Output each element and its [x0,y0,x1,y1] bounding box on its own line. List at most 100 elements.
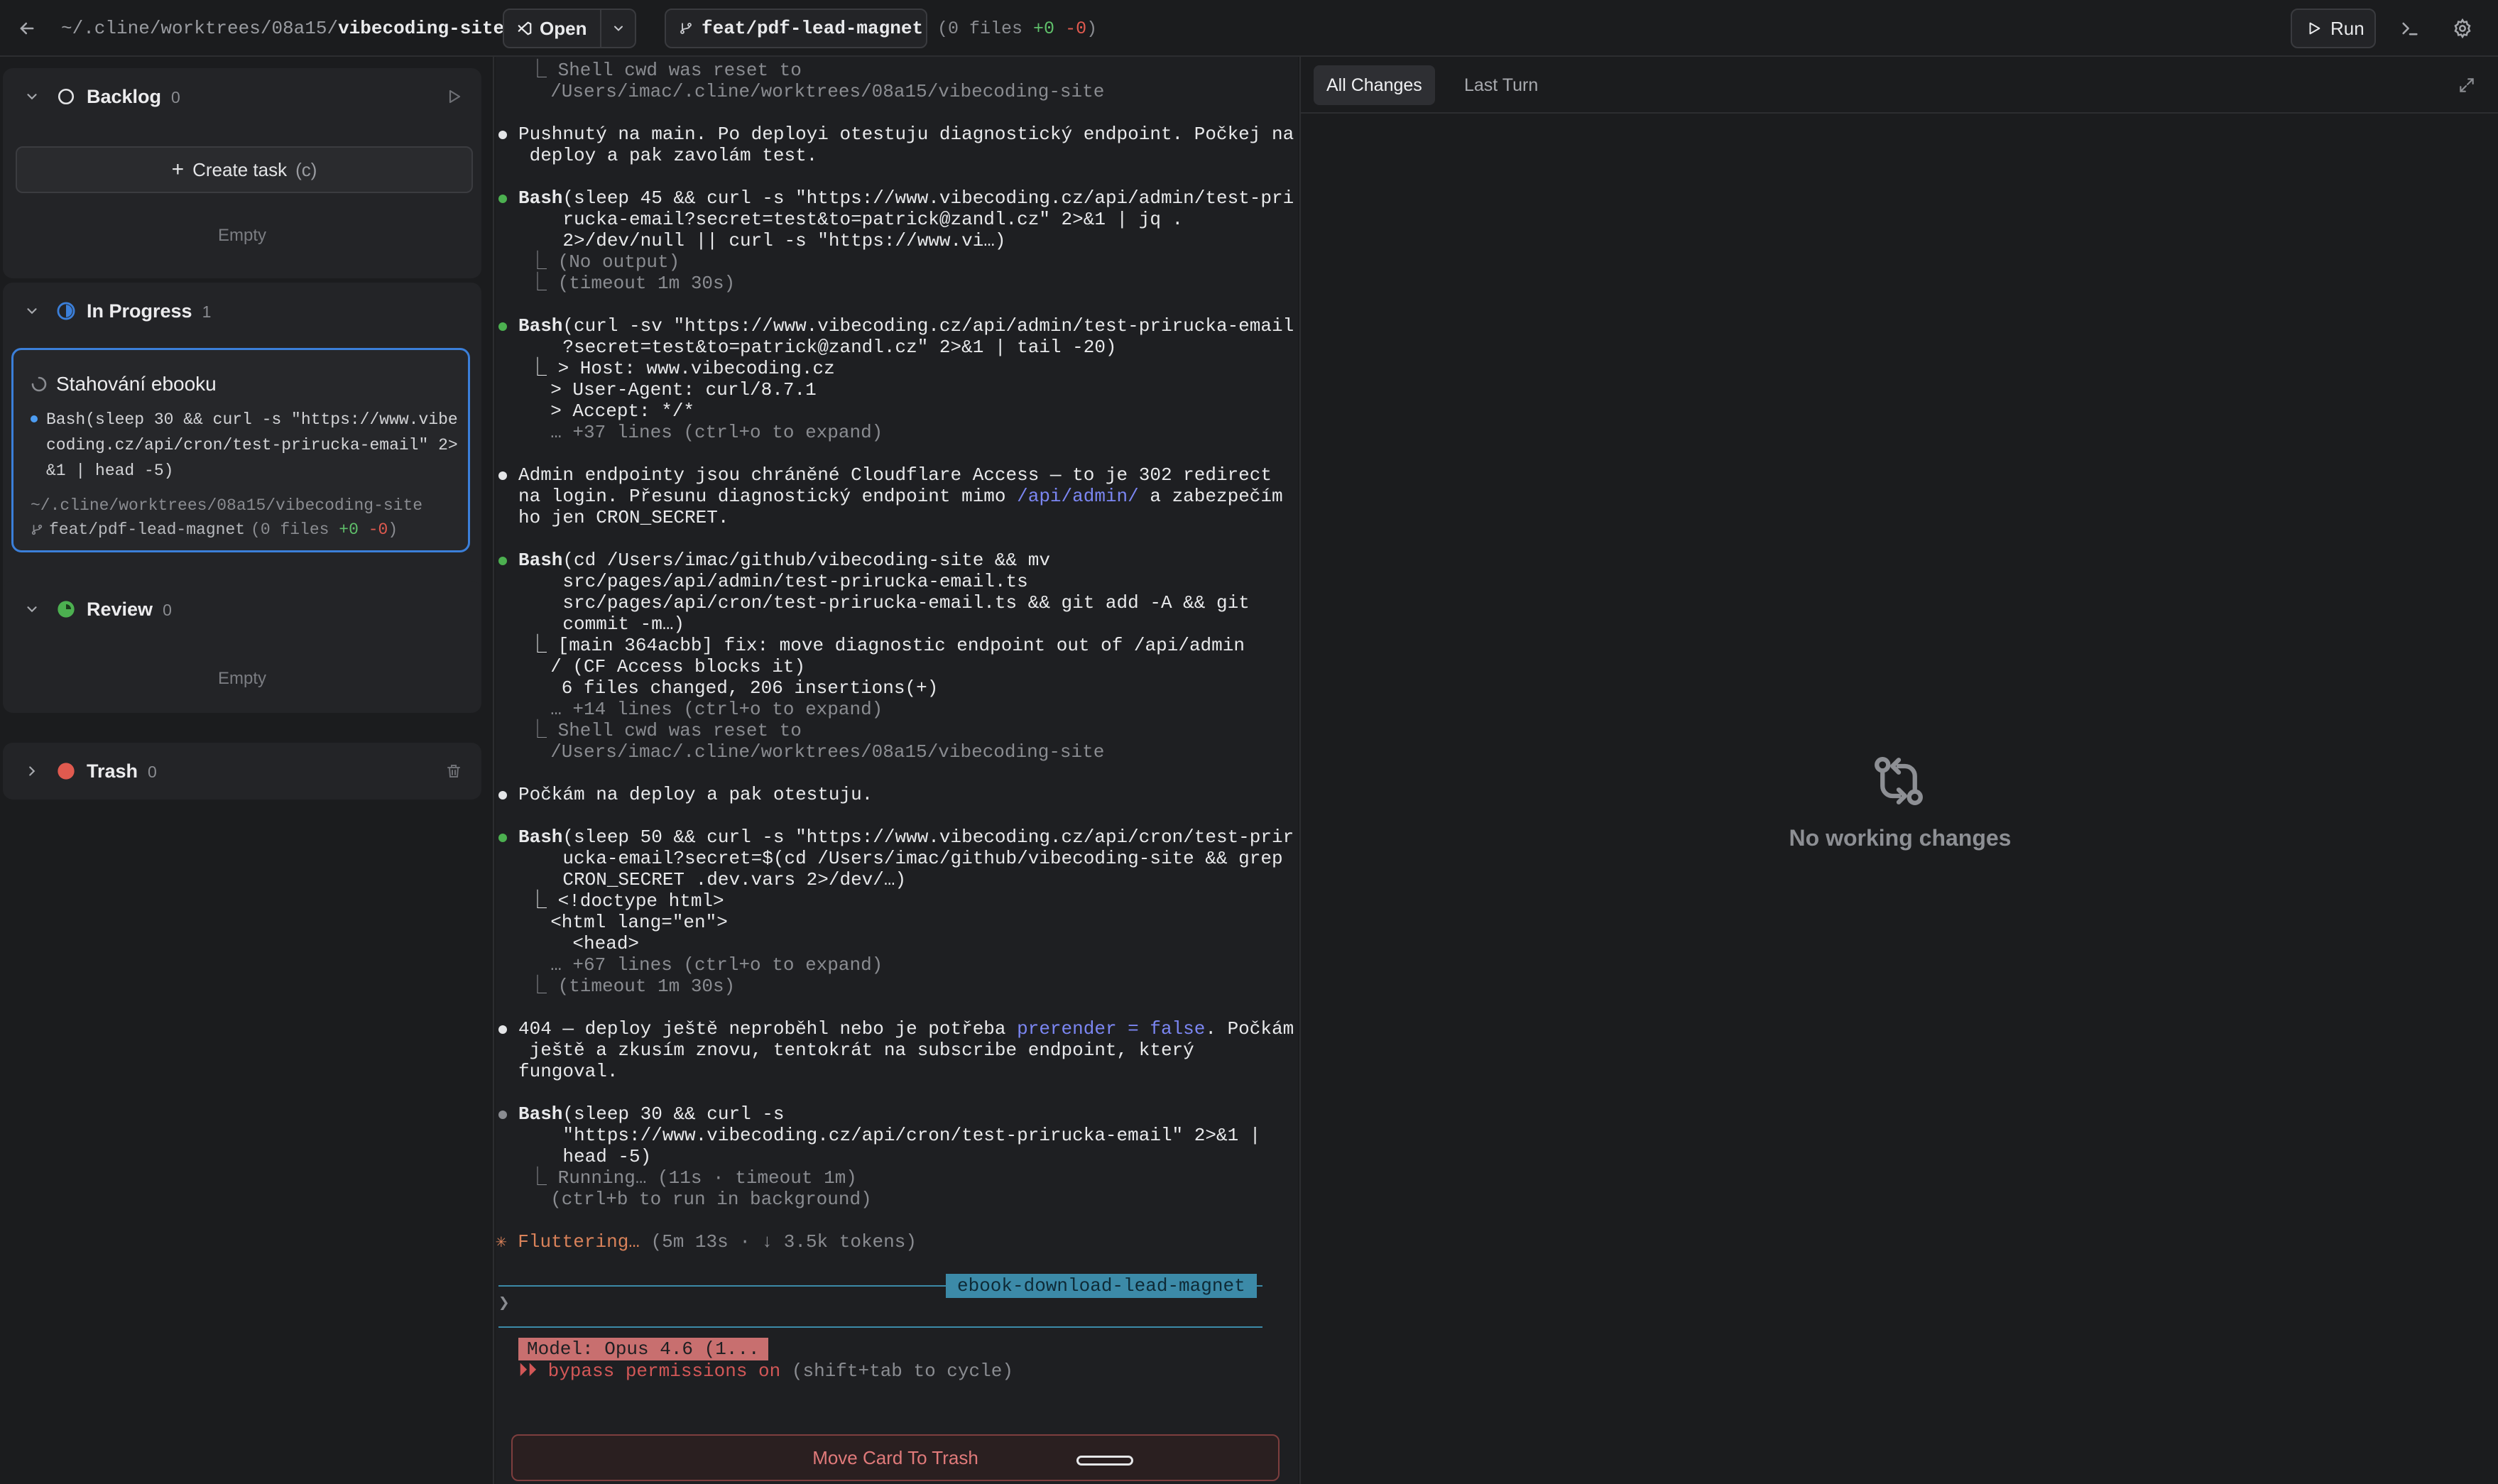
git-compare-icon [1875,757,1923,805]
in-progress-title: In Progress [87,300,192,322]
terminal-line-text: (ctrl+b to run in background) [528,1189,872,1210]
trash-header[interactable]: Trash 0 [3,743,481,800]
terminal-line-text: … +67 lines (ctrl+o to expand) [528,954,883,976]
terminal-line-text: "https://www.vibecoding.cz/api/cron/test… [518,1125,1261,1146]
agent-terminal[interactable]: ⎿ Shell cwd was reset to /Users/imac/.cl… [496,57,1298,1484]
create-task-button[interactable]: + Create task (c) [16,146,473,193]
terminal-line-text: Bash(cd /Users/imac/github/vibecoding-si… [518,550,1050,571]
bypass-permissions-label: ⏵⏵ bypass permissions on [518,1360,781,1382]
branch-button[interactable]: feat/pdf-lead-magnet [665,9,927,48]
worktree-path: ~/.cline/worktrees/08a15/vibecoding-site [61,0,504,57]
task-branch-name: feat/pdf-lead-magnet [49,520,246,539]
terminal-line-text: Bash(sleep 30 && curl -s [518,1103,785,1125]
terminal-line-text: ⎿ Running… (11s · timeout 1m) [528,1167,857,1189]
separator-line-end [1244,1285,1262,1287]
chevron-down-icon[interactable] [21,86,43,107]
run-button[interactable]: Run [2291,9,2376,48]
in-progress-count: 1 [202,302,212,321]
task-files-count: (0 files [251,520,339,539]
terminal-line: <head> [496,933,1298,954]
git-branch-icon [31,524,43,535]
terminal-line-text: Počkám na deploy a pak otestuju. [518,784,873,805]
worktree-repo-name: vibecoding-site [338,18,505,39]
open-button-group: Open [503,9,636,48]
additions-count: +0 [1033,18,1055,39]
expand-icon[interactable] [2454,72,2480,98]
review-header[interactable]: Review 0 [3,581,481,638]
terminal-line: 6 files changed, 206 insertions(+) [496,677,1298,699]
plus-icon: + [171,158,185,181]
terminal-line: ⎿ Shell cwd was reset to [496,720,1298,741]
back-arrow-icon[interactable] [13,14,41,43]
trash-status-icon [55,760,77,782]
terminal-line-text: Bash(sleep 45 && curl -s "https://www.vi… [518,187,1294,209]
backlog-count: 0 [171,87,180,107]
status-bullet [498,791,507,800]
terminal-line: Počkám na deploy a pak otestuju. [496,784,1298,805]
terminal-line-text: commit -m…) [518,613,685,635]
terminal-line-text: ucka-email?secret=$(cd /Users/imac/githu… [518,848,1283,869]
no-changes-label: No working changes [1789,825,2012,851]
terminal-line: /Users/imac/.cline/worktrees/08a15/vibec… [496,741,1298,763]
terminal-line: Bash(sleep 50 && curl -s "https://www.vi… [496,826,1298,848]
terminal-line-text: src/pages/api/admin/test-prirucka-email.… [518,571,1028,592]
play-icon[interactable] [442,84,466,109]
permissions-hint: (shift+tab to cycle) [780,1360,1013,1382]
tab-all-changes[interactable]: All Changes [1314,65,1435,105]
terminal-line-text: rucka-email?secret=test&to=patrick@zandl… [518,209,1184,230]
git-branch-icon [680,23,692,34]
terminal-line-text: Pushnutý na main. Po deployi otestuju di… [518,124,1294,145]
open-dropdown-chevron-icon[interactable] [601,10,635,47]
spinner-icon [31,376,47,392]
terminal-line-text: ✳ Fluttering… (5m 13s · ↓ 3.5k tokens) [496,1231,917,1253]
terminal-line: … +67 lines (ctrl+o to expand) [496,954,1298,976]
move-card-to-trash-button[interactable]: Move Card To Trash [511,1434,1280,1481]
chevron-down-icon[interactable] [21,599,43,620]
column-title: Backlog 0 [87,86,180,108]
files-count: (0 files [937,18,1023,39]
task-worktree-path: ~/.cline/worktrees/08a15/vibecoding-site [31,496,423,515]
review-empty-label: Empty [217,669,266,688]
file-change-summary: (0 files +0 -0) [937,0,1097,57]
prompt-caret[interactable]: ❯ [498,1292,510,1314]
gear-icon[interactable] [2448,14,2477,43]
terminal-line-text: <html lang="en"> [528,912,728,933]
backlog-title: Backlog [87,85,162,107]
permissions-status: ⏵⏵ bypass permissions on (shift+tab to c… [518,1360,1013,1382]
terminal-line: ?secret=test&to=patrick@zandl.cz" 2>&1 |… [496,337,1298,358]
terminal-line-text: ?secret=test&to=patrick@zandl.cz" 2>&1 |… [518,337,1117,358]
terminal-line-text: … +37 lines (ctrl+o to expand) [528,422,883,443]
chevron-down-icon[interactable] [21,300,43,322]
terminal-line-text: ⎿ (timeout 1m 30s) [528,273,736,294]
task-card[interactable]: Stahování ebooku Bash(sleep 30 && curl -… [11,348,470,552]
terminal-line: Admin endpointy jsou chráněné Cloudflare… [496,464,1298,486]
terminal-line-text: ⎿ > Host: www.vibecoding.cz [528,358,835,379]
terminal-line: ucka-email?secret=$(cd /Users/imac/githu… [496,848,1298,869]
status-bullet [498,557,507,565]
scroll-handle[interactable] [1076,1456,1133,1466]
separator-line-bottom [498,1326,1262,1328]
backlog-column: Backlog 0 + Create task (c) Empty [3,68,481,278]
status-bullet [498,1025,507,1034]
terminal-line: ho jen CRON_SECRET. [496,507,1298,528]
terminal-icon[interactable] [2396,14,2424,43]
terminal-line: src/pages/api/admin/test-prirucka-email.… [496,571,1298,592]
terminal-line-text: /Users/imac/.cline/worktrees/08a15/vibec… [528,741,1105,763]
terminal-line-text: ⎿ Shell cwd was reset to [528,720,802,741]
tab-last-turn[interactable]: Last Turn [1451,65,1551,105]
terminal-line: ⎿ <!doctype html> [496,890,1298,912]
terminal-line: ✳ Fluttering… (5m 13s · ↓ 3.5k tokens) [496,1231,1298,1253]
terminal-line: … +37 lines (ctrl+o to expand) [496,422,1298,443]
trash-can-icon[interactable] [442,759,466,783]
terminal-line: ⎿ Shell cwd was reset to [496,60,1298,81]
terminal-line: ⎿ (timeout 1m 30s) [496,273,1298,294]
terminal-line: rucka-email?secret=test&to=patrick@zandl… [496,209,1298,230]
terminal-line-text: 404 — deploy ještě neproběhl nebo je pot… [518,1018,1294,1040]
open-button[interactable]: Open [504,10,602,47]
in-progress-header[interactable]: In Progress 1 [3,283,481,339]
branch-name: feat/pdf-lead-magnet [702,18,924,39]
chevron-right-icon[interactable] [21,760,43,782]
backlog-header[interactable]: Backlog 0 [3,68,481,125]
terminal-line-text: ho jen CRON_SECRET. [518,507,729,528]
play-icon [2309,22,2320,35]
